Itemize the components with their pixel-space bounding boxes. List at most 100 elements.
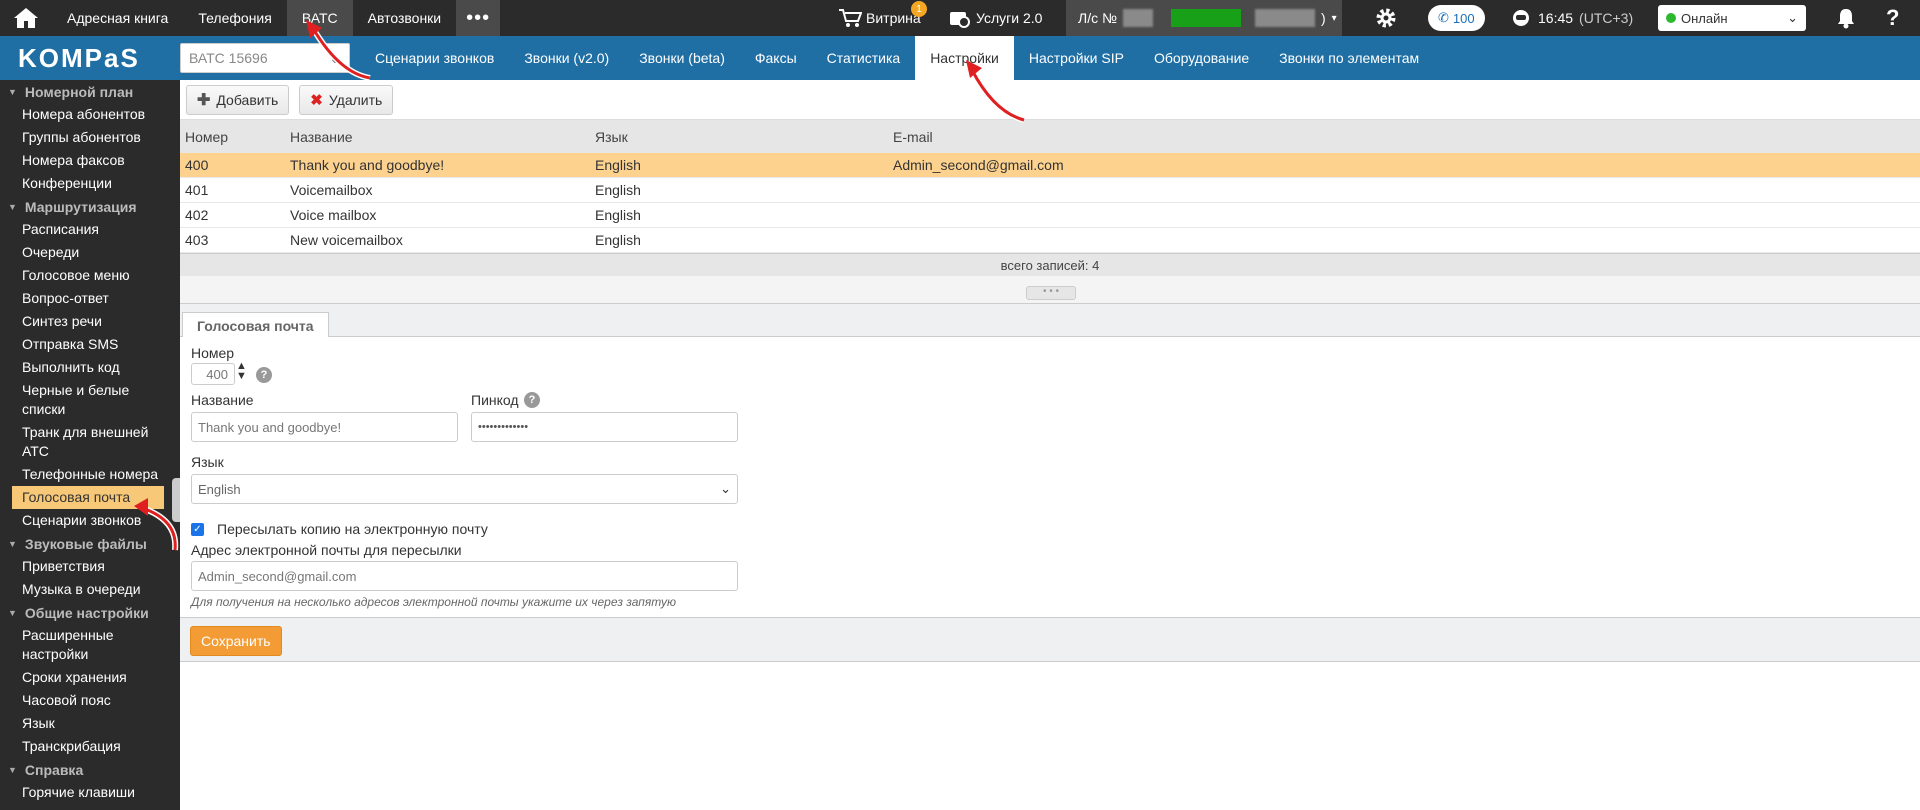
tab-4[interactable]: Статистика bbox=[812, 36, 916, 80]
sidebar-group[interactable]: ▼ Маршрутизация bbox=[0, 195, 180, 218]
column-header-email[interactable]: E-mail bbox=[888, 129, 1920, 145]
pin-field[interactable]: ••••••••••••• bbox=[471, 412, 738, 442]
column-header-name[interactable]: Название bbox=[285, 129, 590, 145]
splitter-grip-icon[interactable]: • • • bbox=[1026, 286, 1076, 300]
save-button[interactable]: Сохранить bbox=[190, 626, 282, 656]
table-cell: English bbox=[595, 232, 641, 248]
sidebar-item[interactable]: Музыка в очереди bbox=[0, 578, 180, 601]
tab-7[interactable]: Оборудование bbox=[1139, 36, 1264, 80]
vats-select[interactable]: ВАТС 15696 ⌄ bbox=[180, 43, 350, 73]
table-row[interactable]: 400 Thank you and goodbye! English Admin_se… bbox=[180, 153, 1920, 178]
sidebar-item[interactable]: Транк для внешней АТС bbox=[0, 421, 180, 463]
number-stepper[interactable]: ▲ ▼ bbox=[236, 361, 247, 382]
status-select[interactable]: Онлайн ⌄ bbox=[1658, 0, 1806, 36]
sidebar-item[interactable]: Вопрос-ответ bbox=[0, 287, 180, 310]
sidebar-item[interactable]: Группы абонентов bbox=[0, 126, 180, 149]
more-menu-icon[interactable]: ••• bbox=[456, 0, 501, 36]
form-footer: Сохранить bbox=[180, 617, 1920, 662]
email-label: Адрес электронной почты для пересылки bbox=[191, 542, 462, 558]
name-label: Название bbox=[191, 392, 254, 408]
email-field[interactable]: Admin_second@gmail.com bbox=[191, 561, 738, 591]
showcase-link[interactable]: Витрина 1 bbox=[838, 0, 927, 36]
chevron-down-icon: ▾ bbox=[1331, 12, 1337, 24]
sidebar-item[interactable]: Телефонные номера bbox=[0, 463, 180, 486]
gear-icon[interactable] bbox=[1374, 0, 1398, 36]
table-cell: Admin_second@gmail.com bbox=[893, 157, 1064, 173]
table-row[interactable]: 401 Voicemailbox English bbox=[180, 178, 1920, 203]
sidebar-item[interactable]: Приветствия bbox=[0, 555, 180, 578]
close-icon: ✖ bbox=[310, 91, 323, 109]
sidebar-group[interactable]: ▼ Справка bbox=[0, 758, 180, 781]
sidebar-item[interactable]: Черные и белые списки bbox=[0, 379, 180, 421]
forward-copy-checkbox[interactable]: ✓ bbox=[191, 523, 204, 536]
account-balance-redacted bbox=[1171, 9, 1241, 27]
language-select[interactable]: English ⌄ bbox=[191, 474, 738, 504]
sidebar-item[interactable]: Голосовая почта bbox=[12, 486, 164, 509]
sidebar-group-label: Номерной план bbox=[24, 83, 134, 100]
collapse-triangle-icon: ▼ bbox=[8, 607, 17, 618]
pin-help-icon[interactable]: ? bbox=[524, 392, 540, 408]
home-icon[interactable] bbox=[0, 0, 52, 36]
account-selector[interactable]: Л/с № ) ▾ bbox=[1066, 0, 1342, 36]
tab-voicemail[interactable]: Голосовая почта bbox=[182, 312, 329, 338]
tab-8[interactable]: Звонки по элементам bbox=[1264, 36, 1434, 80]
sidebar-item[interactable]: Конференции bbox=[0, 172, 180, 195]
online-dot-icon bbox=[1666, 12, 1676, 23]
sidebar-item[interactable]: Синтез речи bbox=[0, 310, 180, 333]
time-label: 16:45 bbox=[1538, 10, 1574, 26]
sidebar-item[interactable]: Номера факсов bbox=[0, 149, 180, 172]
column-header-number[interactable]: Номер bbox=[180, 129, 285, 145]
topnav-item-3[interactable]: Автозвонки bbox=[353, 0, 457, 36]
add-button[interactable]: ✚ Добавить bbox=[186, 84, 290, 115]
panel-splitter[interactable]: • • • bbox=[180, 276, 1920, 304]
sidebar-item[interactable]: Сроки хранения bbox=[0, 666, 180, 689]
services-link[interactable]: Услуги 2.0 bbox=[948, 0, 1042, 36]
sidebar: ▼ Номерной план Номера абонентов Группы або… bbox=[0, 80, 180, 810]
table-cell: Voice mailbox bbox=[290, 207, 377, 223]
language-select-value: English bbox=[198, 481, 241, 497]
sidebar-item[interactable]: Расширенные настройки bbox=[0, 624, 180, 666]
tab-5[interactable]: Настройки bbox=[915, 36, 1014, 80]
sidebar-item[interactable]: Сценарии звонков bbox=[0, 509, 180, 532]
tab-1[interactable]: Звонки (v2.0) bbox=[509, 36, 624, 80]
number-help-icon[interactable]: ? bbox=[256, 367, 272, 383]
sidebar-item[interactable]: Расписания bbox=[0, 218, 180, 241]
tab-3[interactable]: Факсы bbox=[740, 36, 812, 80]
sidebar-item[interactable]: Транскрибация bbox=[0, 735, 180, 758]
sidebar-item[interactable]: Очереди bbox=[0, 241, 180, 264]
sidebar-item[interactable]: Голосовое меню bbox=[0, 264, 180, 287]
name-field[interactable]: Thank you and goodbye! bbox=[191, 412, 458, 442]
sidebar-item[interactable]: Горячие клавиши bbox=[0, 781, 180, 804]
sidebar-group[interactable]: ▼ Общие настройки bbox=[0, 601, 180, 624]
table-row[interactable]: 403 New voicemailbox English bbox=[180, 228, 1920, 253]
sidebar-item[interactable]: Отправка SMS bbox=[0, 333, 180, 356]
tab-2[interactable]: Звонки (beta) bbox=[624, 36, 740, 80]
help-icon[interactable]: ? bbox=[1886, 0, 1899, 36]
number-field[interactable]: 400 bbox=[191, 363, 235, 385]
operator-icon bbox=[1513, 10, 1529, 26]
email-hint: Для получения на несколько адресов элект… bbox=[191, 595, 677, 609]
bell-icon[interactable] bbox=[1836, 0, 1856, 36]
sidebar-group-label: Маршрутизация bbox=[24, 198, 137, 215]
sidebar-group[interactable]: ▼ Номерной план bbox=[0, 80, 180, 103]
topnav-item-1[interactable]: Телефония bbox=[183, 0, 286, 36]
calls-counter[interactable]: ✆ 100 bbox=[1428, 0, 1485, 36]
table-row[interactable]: 402 Voice mailbox English bbox=[180, 203, 1920, 228]
sidebar-item[interactable]: Часовой пояс bbox=[0, 689, 180, 712]
tab-6[interactable]: Настройки SIP bbox=[1014, 36, 1139, 80]
services-label: Услуги 2.0 bbox=[976, 10, 1043, 26]
plus-icon: ✚ bbox=[197, 91, 211, 109]
sidebar-item[interactable]: Выполнить код bbox=[0, 356, 180, 379]
sidebar-item[interactable]: Язык bbox=[0, 712, 180, 735]
topnav-item-0[interactable]: Адресная книга bbox=[52, 0, 183, 36]
table-cell: English bbox=[595, 207, 641, 223]
topnav-item-2[interactable]: ВАТС bbox=[286, 0, 353, 36]
delete-button[interactable]: ✖ Удалить bbox=[299, 84, 394, 115]
sidebar-group[interactable]: ▼ Звуковые файлы bbox=[0, 532, 180, 555]
grid-record-count: всего записей: 4 bbox=[180, 253, 1920, 276]
column-header-language[interactable]: Язык bbox=[590, 129, 888, 145]
sidebar-group-label: Общие настройки bbox=[24, 604, 149, 621]
account-name-redacted bbox=[1255, 9, 1315, 27]
sidebar-item[interactable]: Номера абонентов bbox=[0, 103, 180, 126]
tab-0[interactable]: Сценарии звонков bbox=[360, 36, 509, 80]
